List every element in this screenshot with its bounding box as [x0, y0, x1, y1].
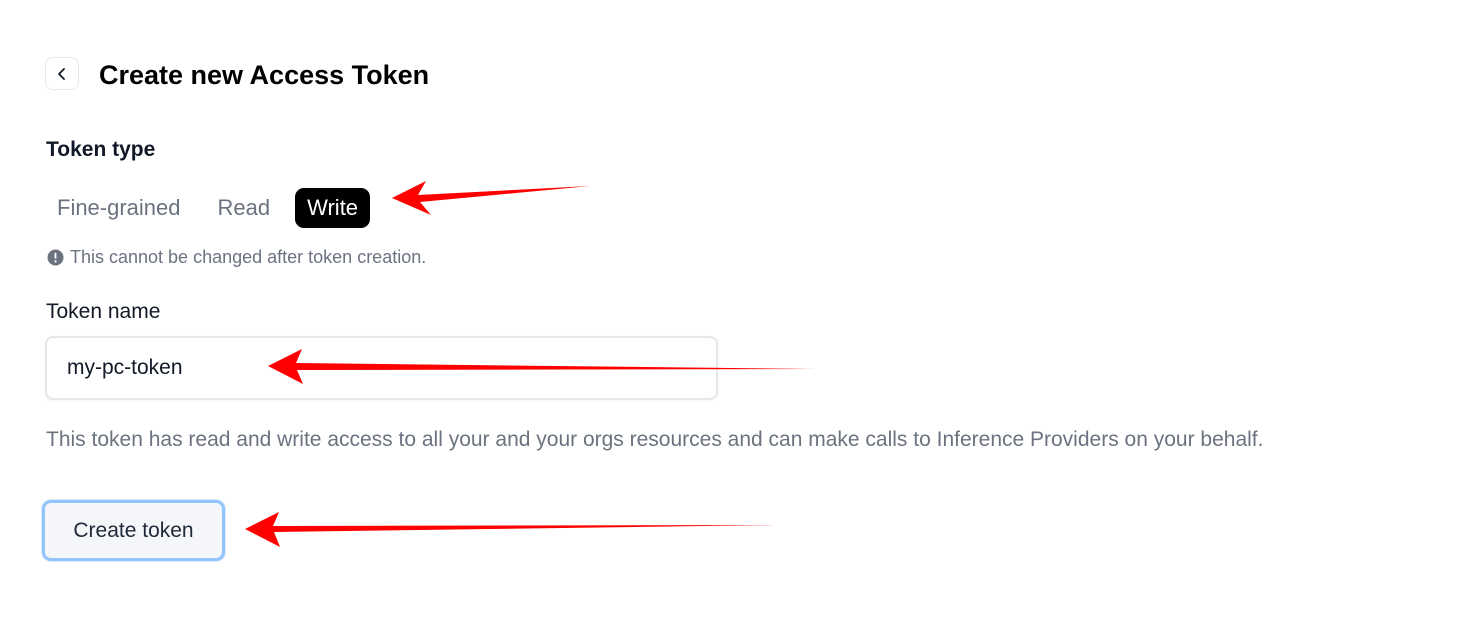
token-description: This token has read and write access to …	[46, 428, 1264, 451]
notice-text: This cannot be changed after token creat…	[70, 247, 427, 267]
arrow-create-token	[245, 512, 776, 547]
tab-read[interactable]: Read	[206, 188, 283, 228]
token-name-label: Token name	[46, 300, 161, 323]
chevron-left-icon	[58, 67, 65, 80]
arrow-write-tab	[392, 181, 590, 215]
create-token-button[interactable]: Create token	[42, 500, 225, 561]
token-type-notice: This cannot be changed after token creat…	[47, 246, 426, 268]
tab-fine-grained[interactable]: Fine-grained	[45, 188, 193, 228]
tab-write[interactable]: Write	[295, 188, 371, 228]
token-type-tabs: Fine-grained Read Write	[45, 188, 371, 228]
token-name-input[interactable]	[45, 336, 718, 400]
back-button[interactable]	[45, 57, 79, 90]
token-type-label: Token type	[46, 138, 156, 161]
exclamation-circle-icon	[47, 249, 64, 265]
page-title: Create new Access Token	[99, 60, 430, 90]
